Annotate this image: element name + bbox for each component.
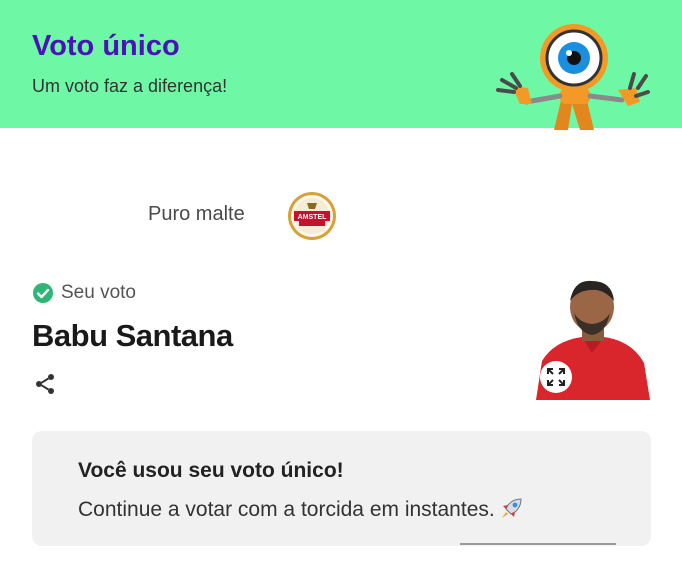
page-subtitle: Um voto faz a diferença! xyxy=(32,76,228,96)
expand-photo-button[interactable] xyxy=(540,361,572,393)
message-title: Você usou seu voto único! xyxy=(78,459,344,482)
message-card: Você usou seu voto único! Continue a vot… xyxy=(32,431,651,546)
header-banner: Voto único Um voto faz a diferença! xyxy=(0,0,682,130)
expand-icon xyxy=(547,368,565,386)
amstel-logo-icon: AMSTEL xyxy=(288,192,336,240)
card-divider xyxy=(460,543,616,545)
page-title: Voto único xyxy=(32,30,180,62)
big-brother-eye-mascot-icon xyxy=(496,24,650,130)
vote-status-label: Seu voto xyxy=(61,282,136,303)
check-circle-icon xyxy=(33,283,53,303)
message-body: Continue a votar com a torcida em instan… xyxy=(78,495,525,522)
sponsor-text: Puro malte xyxy=(148,203,245,225)
candidate-name: Babu Santana xyxy=(32,318,233,353)
message-body-text: Continue a votar com a torcida em instan… xyxy=(78,498,495,521)
vote-status: Seu voto xyxy=(32,282,136,304)
rocket-icon xyxy=(501,498,522,518)
share-icon[interactable] xyxy=(33,372,57,396)
svg-text:AMSTEL: AMSTEL xyxy=(298,214,328,221)
